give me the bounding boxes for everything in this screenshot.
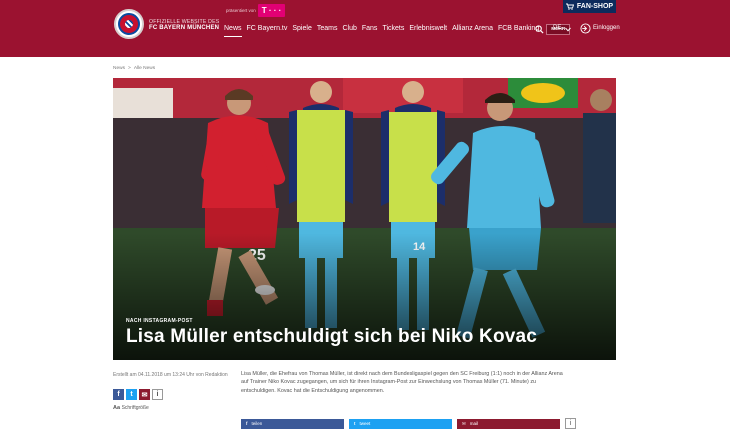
nav-item-fans[interactable]: Fans bbox=[362, 22, 378, 36]
language-select[interactable]: DE bbox=[553, 25, 561, 31]
cart-icon bbox=[565, 3, 574, 10]
nav-item-tickets[interactable]: Tickets bbox=[382, 22, 404, 36]
breadcrumb: News > Alle News bbox=[113, 66, 155, 71]
main-nav: News FC Bayern.tv Spiele Teams Club Fans… bbox=[224, 22, 571, 37]
info-icon[interactable]: i bbox=[152, 389, 163, 400]
font-size-label: Schriftgröße bbox=[121, 405, 149, 411]
chevron-down-icon[interactable] bbox=[565, 27, 571, 32]
nav-item-allianz-arena[interactable]: Allianz Arena bbox=[452, 22, 493, 36]
info-icon[interactable]: i bbox=[565, 418, 576, 429]
facebook-icon[interactable]: f bbox=[113, 389, 124, 400]
twitter-icon[interactable]: t bbox=[126, 389, 137, 400]
nav-item-erlebniswelt[interactable]: Erlebniswelt bbox=[409, 22, 447, 36]
hero-image[interactable]: 25 14 bbox=[113, 78, 616, 360]
mail-share-button[interactable]: ✉ mail bbox=[457, 418, 560, 429]
bottom-share-bar: f teilen t tweet ✉ mail i bbox=[241, 418, 576, 429]
twitter-share-button[interactable]: t tweet bbox=[349, 418, 452, 429]
nav-item-teams[interactable]: Teams bbox=[317, 22, 338, 36]
article-meta-date: Erstellt am 04.11.2018 um 13:24 Uhr von … bbox=[113, 372, 228, 378]
mail-icon[interactable]: ✉ bbox=[139, 389, 150, 400]
font-size-toggle[interactable]: Aa Schriftgröße bbox=[113, 405, 149, 411]
breadcrumb-separator: > bbox=[128, 66, 131, 71]
fan-shop-label: FAN-SHOP bbox=[576, 3, 614, 10]
facebook-share-button[interactable]: f teilen bbox=[241, 418, 344, 429]
article-body: Lisa Müller, die Ehefrau von Thomas Müll… bbox=[241, 371, 563, 394]
login-link[interactable]: Einloggen bbox=[593, 25, 620, 31]
login-icon[interactable] bbox=[580, 23, 591, 34]
site-header: OFFIZIELLE WEBSITE DES FC BAYERN MÜNCHEN… bbox=[0, 0, 730, 57]
search-icon[interactable] bbox=[535, 25, 544, 34]
article-headline: Lisa Müller entschuldigt sich bei Niko K… bbox=[126, 326, 538, 347]
facebook-icon: f bbox=[246, 421, 248, 426]
facebook-share-label: teilen bbox=[251, 421, 263, 426]
sponsor-text: präsentiert von bbox=[226, 8, 256, 13]
mail-icon: ✉ bbox=[462, 420, 466, 426]
article-kicker: NACH INSTAGRAM-POST bbox=[126, 318, 193, 324]
nav-item-fcb-banking[interactable]: FCB Banking bbox=[498, 22, 539, 36]
nav-item-fcbayern-tv[interactable]: FC Bayern.tv bbox=[247, 22, 288, 36]
font-size-icon: Aa bbox=[113, 405, 122, 411]
twitter-share-label: tweet bbox=[359, 421, 371, 426]
fc-bayern-logo[interactable] bbox=[114, 9, 144, 39]
share-icons: f t ✉ i bbox=[113, 389, 163, 400]
nav-item-news[interactable]: News bbox=[224, 22, 242, 37]
club-name: FC BAYERN MÜNCHEN bbox=[149, 25, 220, 31]
nav-item-club[interactable]: Club bbox=[342, 22, 356, 36]
telekom-logo[interactable]: T · · · bbox=[258, 4, 285, 17]
twitter-icon: t bbox=[354, 421, 356, 426]
breadcrumb-alle-news[interactable]: Alle News bbox=[134, 66, 155, 71]
fan-shop-button[interactable]: FAN-SHOP bbox=[563, 0, 616, 13]
nav-item-spiele[interactable]: Spiele bbox=[292, 22, 311, 36]
mail-share-label: mail bbox=[469, 421, 479, 426]
breadcrumb-news[interactable]: News bbox=[113, 66, 125, 71]
